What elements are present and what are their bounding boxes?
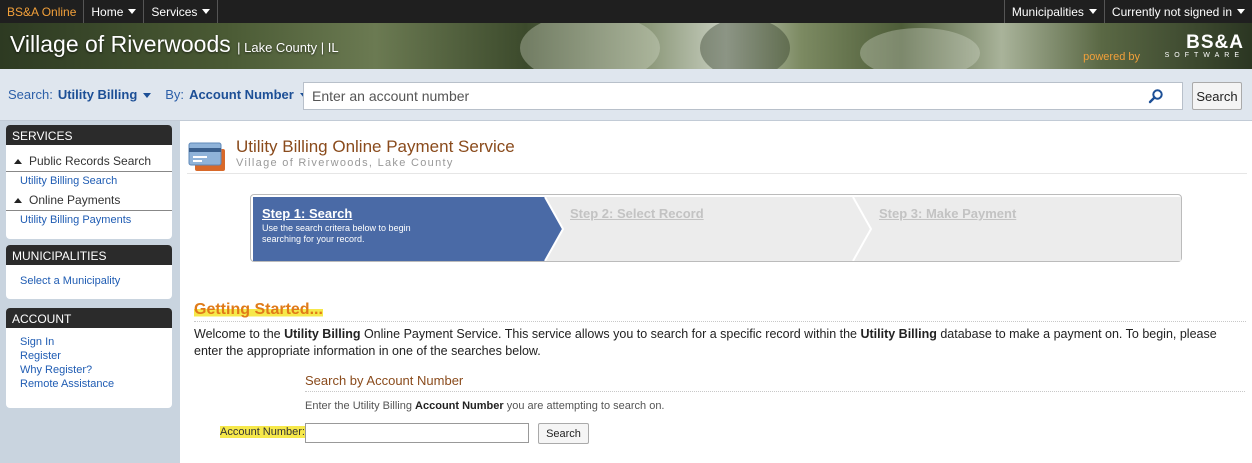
municipalities-panel: MUNICIPALITIES Select a Municipality	[6, 245, 172, 299]
step-1-desc: Use the search critera below to begin se…	[262, 223, 411, 244]
account-number-label: Account Number:	[220, 426, 305, 438]
step-3: Step 3: Make Payment	[879, 206, 1016, 221]
search-type-dropdown[interactable]: Utility Billing	[58, 87, 152, 102]
account-search-button[interactable]: Search	[538, 423, 589, 444]
municipalities-header: MUNICIPALITIES	[6, 245, 172, 265]
search-icon[interactable]	[1148, 88, 1164, 104]
main-content: Utility Billing Online Payment Service V…	[181, 121, 1252, 463]
banner-foliage	[700, 23, 790, 69]
chevron-down-icon	[202, 9, 211, 14]
sign-in-link[interactable]: Sign In	[6, 334, 172, 349]
select-municipality-link[interactable]: Select a Municipality	[6, 272, 172, 290]
top-nav: BS&A Online Home Services Municipalities…	[0, 0, 1252, 23]
page-subtitle: Village of Riverwoods, Lake County	[236, 157, 454, 169]
chevron-down-icon	[1088, 9, 1097, 14]
divider	[194, 321, 1246, 322]
getting-started-heading: Getting Started...	[194, 301, 323, 319]
collapse-icon	[14, 158, 22, 164]
public-records-group[interactable]: Public Records Search	[6, 151, 172, 172]
search-hint: Enter the Utility Billing Account Number…	[305, 400, 665, 412]
utility-billing-payments-link[interactable]: Utility Billing Payments	[6, 211, 172, 229]
account-status-menu[interactable]: Currently not signed in	[1103, 0, 1252, 23]
online-payments-group[interactable]: Online Payments	[6, 190, 172, 211]
services-menu[interactable]: Services	[144, 0, 219, 23]
chevron-down-icon	[1237, 9, 1245, 14]
search-by-dropdown[interactable]: Account Number	[189, 87, 308, 102]
search-button[interactable]: Search	[1192, 82, 1242, 110]
search-type-label: Search:	[8, 87, 53, 102]
search-input[interactable]	[303, 82, 1183, 110]
step-2: Step 2: Select Record	[570, 206, 704, 221]
credit-card-icon	[188, 142, 225, 171]
signin-status-label: Currently not signed in	[1111, 4, 1232, 19]
search-by-account-heading: Search by Account Number	[305, 373, 464, 388]
search-by-label: By:	[165, 87, 185, 102]
account-number-input[interactable]	[305, 423, 529, 443]
banner-foliage	[860, 28, 980, 69]
home-menu[interactable]: Home	[84, 0, 145, 23]
banner: Village of Riverwoods | Lake County | IL…	[0, 23, 1252, 69]
intro-text: Welcome to the Utility Billing Online Pa…	[194, 327, 1217, 358]
account-panel: ACCOUNT Sign In Register Why Register? R…	[6, 308, 172, 408]
collapse-icon	[14, 197, 22, 203]
left-sidebar: SERVICES Public Records Search Utility B…	[0, 121, 180, 463]
remote-assistance-link[interactable]: Remote Assistance	[6, 377, 172, 391]
brand-link[interactable]: BS&A Online	[0, 0, 85, 23]
step-2-title: Step 2: Select Record	[570, 206, 704, 221]
municipality-title: Village of Riverwoods | Lake County | IL	[10, 31, 339, 57]
services-label: Services	[151, 4, 198, 19]
register-link[interactable]: Register	[6, 349, 172, 363]
step-1-title: Step 1: Search	[262, 206, 353, 221]
search-bar: Search: Utility Billing By: Account Numb…	[0, 69, 1252, 121]
divider	[305, 391, 1245, 392]
municipalities-menu[interactable]: Municipalities	[1003, 0, 1104, 23]
home-label: Home	[91, 4, 124, 19]
powered-by-text: powered by	[1083, 51, 1140, 63]
page-title: Utility Billing Online Payment Service	[236, 137, 515, 156]
chevron-down-icon	[128, 9, 137, 14]
chevron-down-icon	[143, 93, 152, 99]
services-panel: SERVICES Public Records Search Utility B…	[6, 125, 172, 239]
utility-billing-search-link[interactable]: Utility Billing Search	[6, 172, 172, 190]
banner-foliage	[520, 23, 660, 69]
services-header: SERVICES	[6, 125, 172, 145]
bsa-logo: BS&A SOFTWARE	[1164, 32, 1244, 59]
step-progress: Step 1: Search Use the search critera be…	[250, 194, 1182, 262]
step-1[interactable]: Step 1: Search Use the search critera be…	[262, 206, 432, 245]
account-header: ACCOUNT	[6, 308, 172, 328]
divider	[187, 173, 1247, 174]
brand-label: BS&A Online	[7, 4, 77, 19]
municipality-subtitle: | Lake County | IL	[237, 40, 339, 55]
step-3-title: Step 3: Make Payment	[879, 206, 1017, 221]
municipalities-label: Municipalities	[1011, 4, 1084, 19]
why-register-link[interactable]: Why Register?	[6, 363, 172, 377]
